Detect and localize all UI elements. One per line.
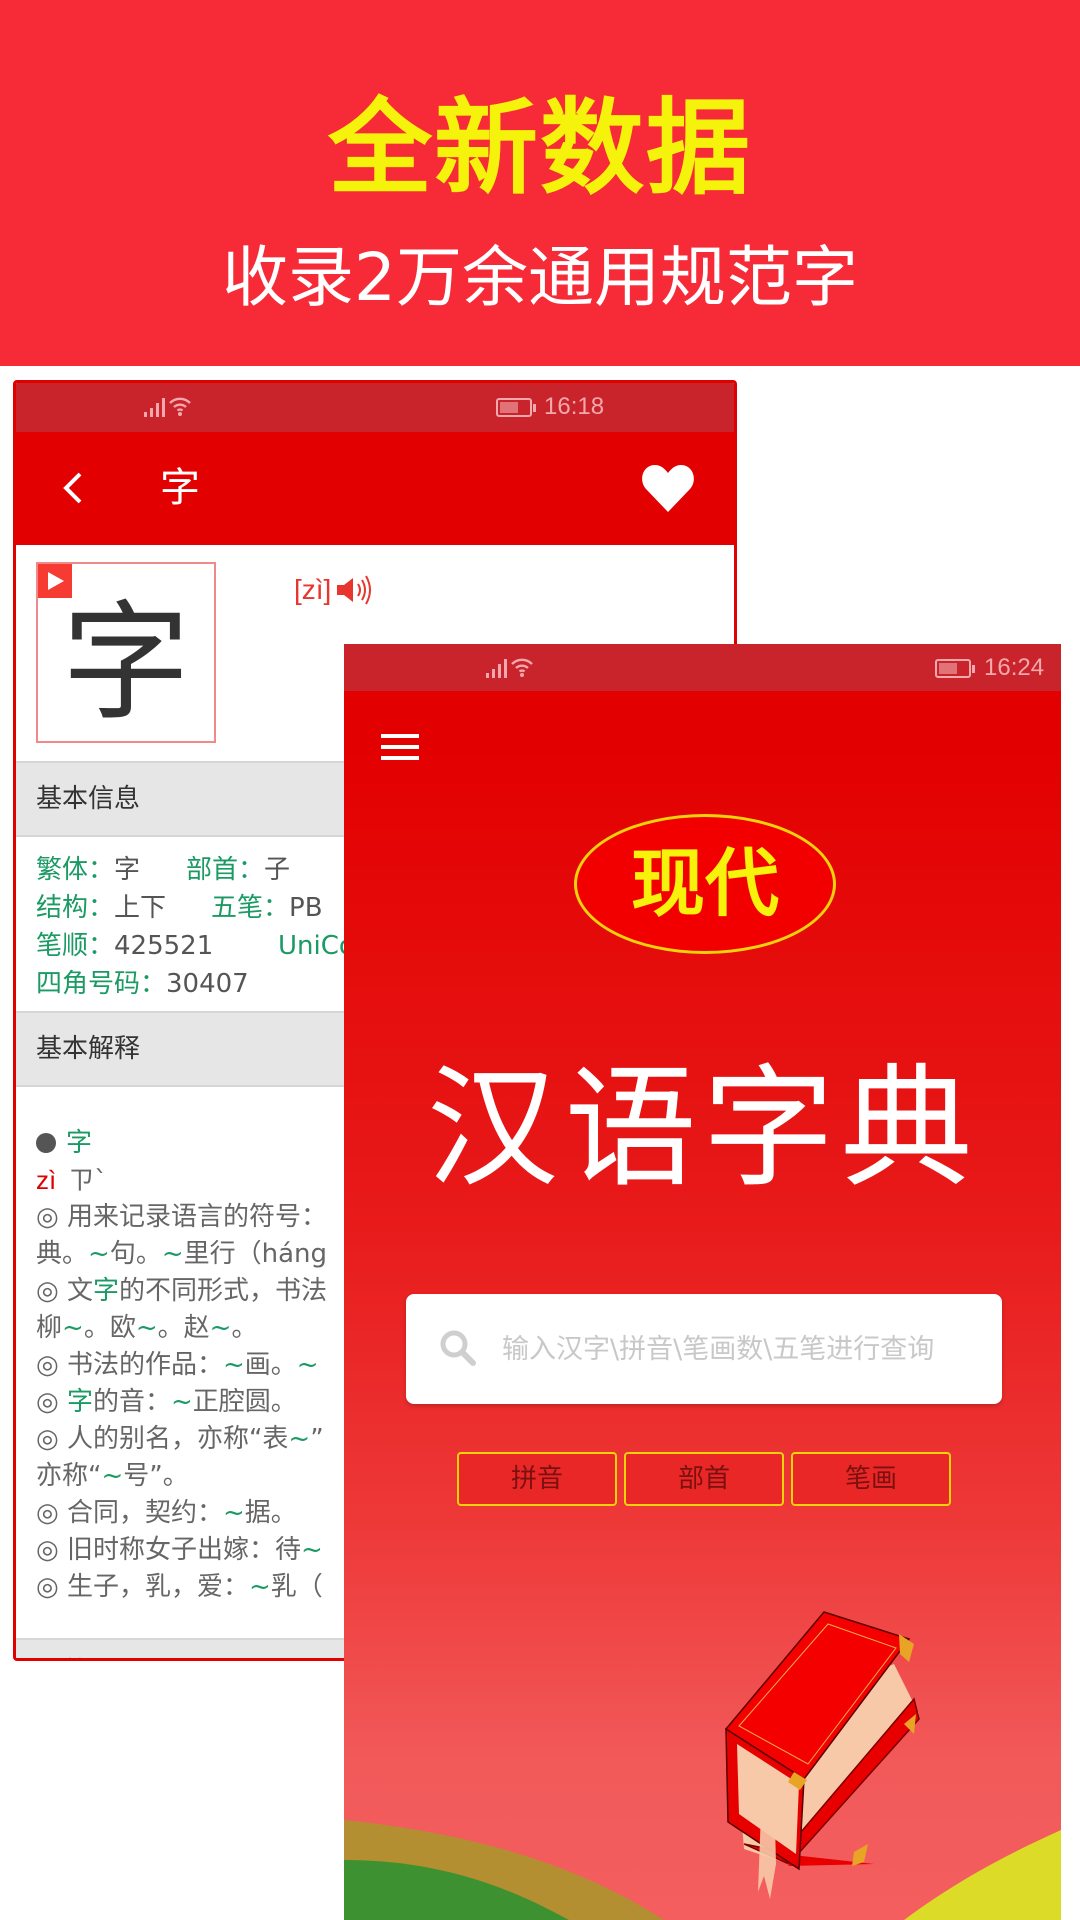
highlight-text: ~	[248, 1572, 271, 1602]
highlight-text: ~	[170, 1387, 193, 1417]
explanation-text: 的音：	[92, 1387, 171, 1417]
info-value: 30407	[166, 969, 249, 999]
chevron-left-icon[interactable]	[56, 468, 92, 508]
info-key: 结构：	[36, 893, 115, 923]
explanation-pinyin: zì	[36, 1165, 57, 1195]
explanation-text: 据。	[244, 1498, 297, 1528]
explanation-text: ◎ 旧时称女子出嫁：待	[36, 1535, 301, 1565]
app-title: 汉语字典	[426, 1052, 979, 1206]
highlight-text: ~	[300, 1535, 323, 1565]
info-row: 笔顺：425521 UniCo	[36, 927, 355, 965]
explanation-text: ◎ 人的别名，亦称“表	[36, 1424, 289, 1454]
hills-decoration	[344, 1820, 1061, 1920]
home-screen: 16:24 现代 汉语字典 拼音 部首 笔画	[344, 644, 1061, 1920]
signal-icon	[144, 397, 165, 417]
highlight-text: ~	[88, 1239, 110, 1269]
character-glyph: 字	[61, 589, 190, 738]
head-character: 字	[66, 1128, 93, 1158]
highlight-text: 字	[92, 1276, 119, 1306]
highlight-text: ~	[209, 1313, 232, 1343]
explanation-text: ◎ 书法的作品：	[36, 1350, 223, 1380]
explanation-text: 。	[231, 1313, 258, 1343]
explanation-text: 号”。	[123, 1461, 189, 1491]
explanation-text: 。赵	[157, 1313, 210, 1343]
speaker-icon[interactable]	[335, 573, 375, 607]
battery-charging-icon	[935, 659, 975, 678]
info-value: 子	[264, 855, 291, 885]
wifi-icon	[511, 658, 533, 677]
info-value: 425521	[114, 931, 214, 961]
explanation-text: ◎ 合同，契约：	[36, 1498, 223, 1528]
bullet-icon	[36, 1133, 56, 1153]
pinyin-lookup-button[interactable]: 拼音	[457, 1452, 617, 1506]
banner-title: 全新数据	[327, 87, 752, 209]
explanation-text: 句。	[109, 1239, 162, 1269]
search-bar[interactable]	[406, 1294, 1002, 1404]
highlight-text: ~	[62, 1313, 84, 1343]
search-input[interactable]	[502, 1320, 982, 1378]
highlight-text: 字	[66, 1387, 93, 1417]
highlight-text: ~	[161, 1239, 184, 1269]
signal-icon	[486, 658, 507, 678]
pinyin-label: [zì]	[294, 574, 332, 605]
info-row: 四角号码：30407	[36, 965, 249, 1003]
info-key: 繁体：	[36, 855, 115, 885]
explanation-text: 正腔圆。	[192, 1387, 297, 1417]
explanation-text: ◎	[36, 1387, 67, 1417]
highlight-text: ~	[222, 1350, 245, 1380]
radical-lookup-button[interactable]: 部首	[624, 1452, 784, 1506]
toolbar: 字	[16, 432, 734, 545]
status-time: 16:18	[544, 393, 605, 420]
hamburger-menu-icon[interactable]	[381, 734, 419, 760]
lookup-mode-buttons: 拼音 部首 笔画	[457, 1452, 951, 1506]
info-key: 五笔：	[211, 893, 290, 923]
explanation-zhuyin: ㄗˋ	[68, 1166, 108, 1196]
edition-badge: 现代	[574, 814, 836, 954]
promo-banner: 全新数据 收录2万余通用规范字	[0, 0, 1080, 366]
pronunciation: [zì]	[294, 573, 375, 607]
status-bar: 16:24	[344, 644, 1061, 691]
toolbar-title: 字	[160, 465, 200, 511]
edition-badge-text: 现代	[631, 841, 779, 927]
explanation-text: 的不同形式，书法	[118, 1276, 327, 1306]
explanation-text: 画。	[244, 1350, 297, 1380]
highlight-text: ~	[288, 1424, 311, 1454]
info-key: 笔顺：	[36, 931, 115, 961]
highlight-text: ~	[296, 1350, 319, 1380]
basic-info-list: 繁体：字 部首：子 结构：上下 五笔：PB 笔顺：425521 UniCo 四角…	[36, 851, 355, 1003]
section-title: 基本解释	[36, 1034, 141, 1064]
explanation-text: 。欧	[83, 1313, 136, 1343]
character-stroke-box[interactable]: 字	[36, 562, 216, 743]
info-key: 四角号码：	[36, 969, 167, 999]
highlight-text: ~	[101, 1461, 124, 1491]
wifi-icon	[169, 397, 191, 416]
battery-charging-icon	[496, 398, 536, 417]
highlight-text: ~	[135, 1313, 158, 1343]
info-key: 部首：	[186, 855, 265, 885]
section-title: 汉英互译	[36, 1654, 140, 1658]
explanation-text: ◎ 文	[36, 1276, 93, 1306]
status-time: 16:24	[984, 654, 1045, 681]
explanation-text: ◎ 生子，乳，爱：	[36, 1572, 249, 1602]
highlight-text: ~	[222, 1498, 245, 1528]
explanation-text: 里行（háng	[183, 1239, 328, 1269]
status-bar: 16:18	[16, 383, 734, 432]
heart-icon[interactable]	[640, 462, 696, 514]
info-row: 结构：上下 五笔：PB	[36, 889, 323, 927]
explanation-text: 乳（	[270, 1572, 323, 1602]
explanation-text: 典。	[36, 1239, 89, 1269]
info-row: 繁体：字 部首：子	[36, 851, 290, 889]
info-value: 字	[114, 855, 141, 885]
banner-subtitle: 收录2万余通用规范字	[222, 239, 858, 316]
info-value: 上下	[114, 893, 167, 923]
search-icon	[440, 1330, 476, 1366]
explanation-text: 亦称“	[36, 1461, 102, 1491]
section-title: 基本信息	[36, 784, 141, 814]
explanation-text: 柳	[36, 1313, 63, 1343]
explanation-text: ◎ 用来记录语言的符号：	[36, 1202, 327, 1232]
info-value: PB	[289, 893, 323, 923]
explanation-text: ”	[310, 1424, 324, 1454]
stroke-lookup-button[interactable]: 笔画	[791, 1452, 951, 1506]
